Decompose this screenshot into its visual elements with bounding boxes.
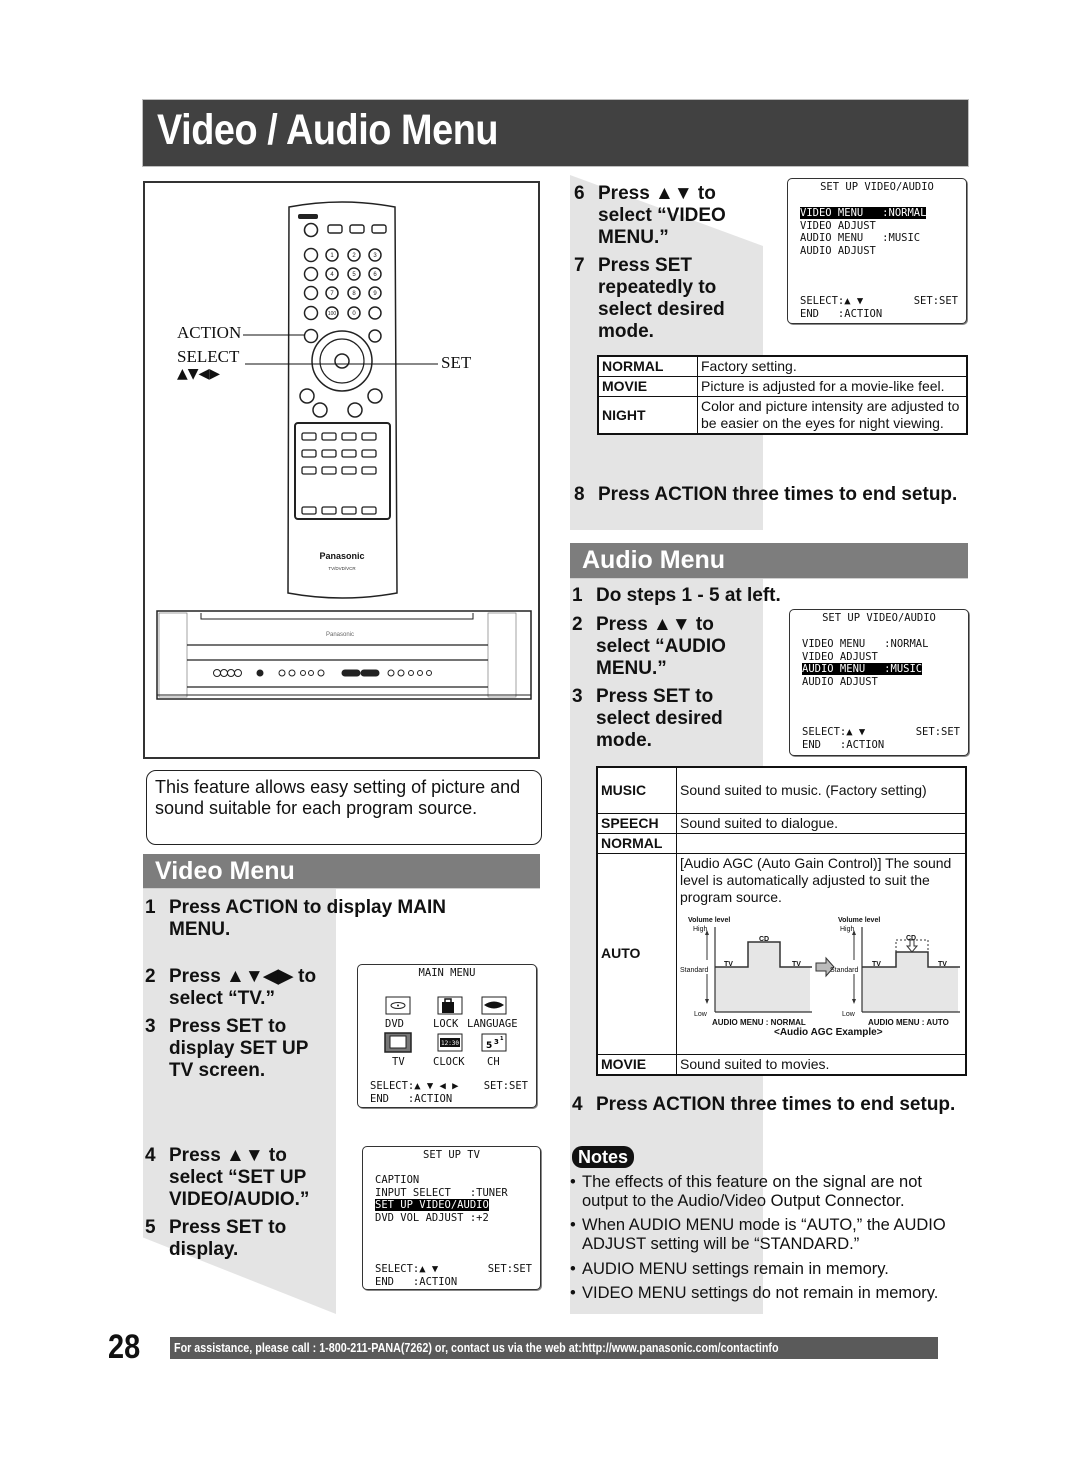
agc-diagram: Volume level Volume level High Standard … [680, 912, 962, 1042]
main-menu-lock-label: LOCK [433, 1018, 459, 1030]
agc-right-standard: Standard [830, 966, 859, 974]
channel-icon: 531 [481, 1033, 507, 1052]
table-row: MOVIE Picture is adjusted for a movie-lik… [597, 376, 968, 397]
main-menu-dvd-label: DVD [385, 1018, 404, 1030]
clock-icon: 12:30 [437, 1033, 463, 1052]
agc-right-cd: CD [906, 934, 917, 942]
table-row: NORMAL Factory setting. [597, 355, 968, 377]
main-menu-ch-label: CH [487, 1056, 500, 1068]
main-menu-language-label: LANGUAGE [467, 1018, 518, 1030]
svg-text:5: 5 [486, 1041, 492, 1051]
remote-illustration: 123 456 789 100 0 Panasonic TV/DVD/VCR P… [143, 181, 540, 759]
agc-right-tv2: TV [938, 960, 947, 968]
osd-row: VIDEO MENU :NORMAL [802, 638, 929, 650]
osd-footer-select: SELECT:▲ ▼ [375, 1263, 439, 1275]
osd-footer-select: SELECT:▲ ▼ ◀ ▶ [370, 1080, 459, 1092]
lock-icon [437, 996, 463, 1015]
osd-row: AUDIO MENU :MUSIC [800, 232, 921, 244]
agc-right-high: High [840, 925, 855, 933]
page-number: 28 [108, 1328, 141, 1366]
osd-title: SET UP VIDEO/AUDIO [822, 612, 936, 624]
agc-left-high: High [693, 925, 708, 933]
svg-text:12:30: 12:30 [441, 1040, 459, 1047]
section-video-menu-heading: Video Menu [143, 854, 540, 889]
assistance-footer: For assistance, please call : 1-800-211-… [170, 1337, 938, 1359]
agc-example-caption: <Audio AGC Example> [774, 1026, 883, 1038]
lips-icon [481, 996, 507, 1015]
table-row: AUTO [Audio AGC (Auto Gain Control)] The… [596, 852, 967, 1055]
agc-left-tv1: TV [724, 960, 733, 968]
agc-left-cd: CD [759, 935, 770, 943]
notes-badge: Notes [572, 1146, 635, 1168]
intro-text: This feature allows easy setting of pict… [146, 770, 542, 845]
table-row: MOVIE Sound suited to movies. [596, 1053, 967, 1075]
main-menu-osd: MAIN MENU 12:30 531 DVD LOCK LANGUAGE TV… [357, 964, 537, 1108]
table-row: NORMAL [596, 832, 967, 854]
callout-select: SELECT [177, 347, 240, 366]
osd-row-selected: SET UP VIDEO/AUDIO [375, 1199, 489, 1211]
tv-icon [384, 1032, 412, 1053]
page-title-bar: Video / Audio Menu [142, 99, 969, 167]
table-row: NIGHT Color and picture intensity are adj… [597, 396, 968, 435]
osd-row: INPUT SELECT :TUNER [375, 1186, 508, 1199]
osd-row: AUDIO ADJUST [802, 675, 878, 688]
osd-footer-set: SET:SET [487, 1263, 532, 1275]
osd-row: CAPTION [375, 1174, 420, 1186]
assistance-text: For assistance, please call : 1-800-211-… [174, 1341, 779, 1355]
agc-left-standard: Standard [680, 966, 709, 974]
main-menu-tv-label: TV [392, 1056, 405, 1068]
osd-row: VIDEO ADJUST [802, 650, 878, 663]
osd-title: SET UP VIDEO/AUDIO [820, 181, 934, 193]
audio-modes-table: MUSIC Sound suited to music. (Factory set… [596, 766, 967, 1076]
svg-text:TV/DVD/VCR: TV/DVD/VCR [328, 566, 356, 571]
table-row: SPEECH Sound suited to dialogue. [596, 812, 967, 834]
page-title: Video / Audio Menu [157, 106, 499, 154]
osd-footer-end: END :ACTION [800, 308, 883, 320]
osd-row-selected: VIDEO MENU :NORMAL [800, 207, 927, 219]
callout-action: ACTION [177, 323, 242, 342]
callout-select-arrows: ▲▼◀▶ [177, 366, 221, 382]
svg-text:Panasonic: Panasonic [326, 632, 354, 638]
osd-footer-set: SET:SET [483, 1080, 528, 1092]
osd-footer-end: END :ACTION [375, 1276, 458, 1288]
table-row: MUSIC Sound suited to music. (Factory set… [596, 766, 967, 814]
setup-video-audio-osd-audio: SET UP VIDEO/AUDIO VIDEO MENU :NORMAL VI… [789, 609, 969, 756]
osd-title: MAIN MENU [418, 967, 476, 979]
power-button-icon [303, 222, 319, 238]
osd-footer-set: SET:SET [915, 726, 960, 738]
osd-footer-select: SELECT:▲ ▼ [800, 295, 864, 307]
setup-tv-osd: SET UP TV CAPTION INPUT SELECT :TUNER SE… [362, 1146, 541, 1290]
osd-row: AUDIO ADJUST [800, 244, 876, 257]
osd-title: SET UP TV [423, 1149, 480, 1161]
setup-video-audio-osd-video: SET UP VIDEO/AUDIO VIDEO MENU :NORMAL VI… [787, 178, 967, 324]
svg-text:3: 3 [494, 1038, 499, 1046]
auto-mode-description: [Audio AGC (Auto Gain Control)] The soun… [680, 854, 952, 905]
osd-row: VIDEO ADJUST [800, 219, 876, 232]
osd-footer-end: END :ACTION [370, 1093, 453, 1105]
agc-right-tv1: TV [872, 960, 881, 968]
agc-right-low: Low [842, 1010, 855, 1018]
osd-footer-select: SELECT:▲ ▼ [802, 726, 866, 738]
remote-and-tv-drawing: 123 456 789 100 0 Panasonic TV/DVD/VCR P… [156, 201, 532, 700]
section-audio-menu-heading: Audio Menu [570, 543, 968, 579]
disc-icon [385, 996, 411, 1015]
video-modes-table: NORMAL Factory setting. MOVIE Picture is a… [597, 355, 968, 435]
osd-footer-end: END :ACTION [802, 739, 885, 751]
agc-left-tv2: TV [792, 960, 801, 968]
svg-text:1: 1 [500, 1036, 504, 1042]
svg-text:100: 100 [328, 311, 337, 317]
main-menu-clock-label: CLOCK [433, 1056, 465, 1068]
osd-row: DVD VOL ADJUST :+2 [375, 1211, 489, 1224]
agc-left-low: Low [694, 1010, 707, 1018]
svg-text:Panasonic: Panasonic [319, 551, 364, 561]
osd-footer-set: SET:SET [913, 295, 958, 307]
callout-set: SET [441, 353, 472, 372]
osd-row-selected: AUDIO MENU :MUSIC [802, 663, 923, 675]
